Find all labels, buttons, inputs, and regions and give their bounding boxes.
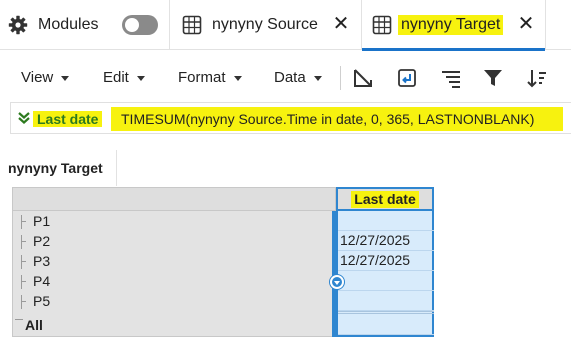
selected-cells: 12/27/2025 12/27/2025 bbox=[338, 211, 434, 337]
modules-label[interactable]: Modules bbox=[38, 15, 98, 35]
tree-line bbox=[21, 235, 31, 249]
pivot-icon[interactable] bbox=[352, 67, 374, 89]
row-label: P2 bbox=[33, 233, 51, 249]
modules-panel: Modules bbox=[0, 0, 170, 50]
toolbar-divider bbox=[340, 66, 341, 90]
row-label: All bbox=[25, 317, 43, 333]
row-label: P1 bbox=[33, 213, 51, 229]
row-header-p2[interactable]: P2 bbox=[13, 231, 333, 251]
data-menu[interactable]: Data bbox=[274, 69, 322, 87]
tab-bar: Modules nynyny Source ✕ nynyny Target ✕ bbox=[0, 0, 571, 51]
formula-bar: Last date TIMESUM(nynyny Source.Time in … bbox=[10, 102, 571, 134]
data-menu-label: Data bbox=[274, 69, 306, 86]
row-header-p5[interactable]: P5 bbox=[13, 291, 333, 311]
formula-input[interactable]: TIMESUM(nynyny Source.Time in date, 0, 3… bbox=[111, 107, 563, 131]
modules-toggle[interactable] bbox=[122, 15, 158, 35]
insert-icon[interactable] bbox=[396, 67, 418, 89]
toolbar: View Edit Format Data bbox=[0, 50, 571, 98]
view-title: nynyny Target bbox=[8, 160, 103, 176]
column-header-last-date[interactable]: Last date bbox=[336, 187, 434, 211]
grid-cell-all[interactable] bbox=[338, 311, 434, 335]
chevron-down-icon bbox=[233, 75, 242, 81]
tab-source-label: nynyny Source bbox=[212, 16, 318, 33]
row-label: P3 bbox=[33, 253, 51, 269]
format-menu[interactable]: Format bbox=[178, 69, 242, 87]
filter-icon[interactable] bbox=[482, 67, 504, 89]
grid-cell-p3[interactable]: 12/27/2025 bbox=[338, 251, 434, 271]
close-icon[interactable]: ✕ bbox=[330, 13, 352, 35]
line-item-name: Last date bbox=[33, 109, 103, 129]
row-header-p4[interactable]: P4 bbox=[13, 271, 333, 291]
double-chevron-down-icon[interactable] bbox=[17, 111, 31, 125]
grid-corner bbox=[12, 187, 336, 211]
tab-target-label: nynyny Target bbox=[398, 15, 504, 35]
sort-lines-icon[interactable] bbox=[440, 67, 462, 89]
row-headers: P1 P2 P3 P4 P5 All bbox=[12, 211, 332, 337]
selection-dropdown-icon[interactable] bbox=[330, 275, 344, 289]
grid-table-icon bbox=[372, 15, 392, 35]
row-label: P4 bbox=[33, 273, 51, 289]
edit-menu[interactable]: Edit bbox=[103, 69, 145, 87]
close-icon[interactable]: ✕ bbox=[515, 13, 537, 35]
format-menu-label: Format bbox=[178, 69, 226, 86]
row-header-all[interactable]: All bbox=[13, 315, 333, 335]
row-header-p3[interactable]: P3 bbox=[13, 251, 333, 271]
row-label: P5 bbox=[33, 293, 51, 309]
chevron-down-icon bbox=[61, 75, 70, 81]
sort-icon[interactable] bbox=[526, 67, 548, 89]
toggle-knob bbox=[125, 18, 139, 32]
tree-line bbox=[21, 295, 31, 309]
tab-nynyny-source[interactable]: nynyny Source ✕ bbox=[170, 0, 362, 50]
chevron-down-icon bbox=[313, 75, 322, 81]
edit-menu-label: Edit bbox=[103, 69, 129, 86]
grid-cell-p4[interactable] bbox=[338, 271, 434, 291]
row-header-p1[interactable]: P1 bbox=[13, 211, 333, 231]
tree-line bbox=[21, 275, 31, 289]
chevron-down-icon bbox=[136, 75, 145, 81]
gear-icon[interactable] bbox=[8, 15, 28, 35]
grid-table-icon bbox=[182, 15, 202, 35]
grid-cell-p1[interactable] bbox=[338, 211, 434, 231]
tree-line bbox=[15, 319, 23, 323]
data-grid: Last date P1 P2 P3 P4 P5 All 12/27/2025 … bbox=[12, 187, 434, 337]
view-title-tab: nynyny Target bbox=[0, 150, 117, 186]
view-menu-label: View bbox=[21, 69, 54, 86]
grid-cell-p5[interactable] bbox=[338, 291, 434, 311]
view-menu[interactable]: View bbox=[21, 69, 70, 87]
tree-line bbox=[21, 255, 31, 269]
tab-nynyny-target[interactable]: nynyny Target ✕ bbox=[362, 0, 546, 51]
column-header-label: Last date bbox=[351, 191, 419, 208]
grid-cell-p2[interactable]: 12/27/2025 bbox=[338, 231, 434, 251]
tree-line bbox=[21, 215, 31, 229]
line-item-label: Last date bbox=[33, 111, 103, 127]
